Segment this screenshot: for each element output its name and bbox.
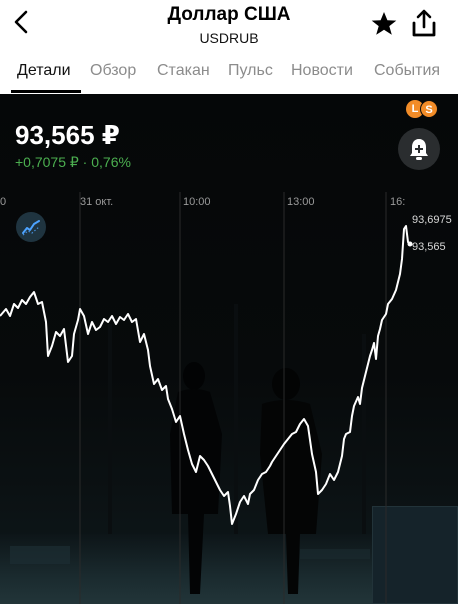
tab-order-book[interactable]: Стакан — [157, 62, 210, 80]
tab-details[interactable]: Детали — [17, 62, 71, 80]
top-bar: Доллар США USDRUB — [0, 0, 458, 52]
tab-events[interactable]: События — [374, 62, 440, 80]
chart-panel: 93,565 ₽ +0,7075 ₽ · 0,76% L S 0 31 окт.… — [0, 94, 458, 604]
star-icon[interactable] — [370, 10, 398, 38]
price-line — [0, 225, 411, 525]
tab-pulse[interactable]: Пульс — [228, 62, 273, 80]
price-line-chart — [0, 225, 413, 525]
share-icon[interactable] — [410, 8, 438, 38]
tab-bar: Детали Обзор Стакан Пульс Новости Событи… — [0, 52, 458, 94]
tab-news[interactable]: Новости — [291, 62, 353, 80]
active-tab-indicator — [11, 90, 81, 93]
last-price-dot — [407, 241, 413, 247]
tab-overview[interactable]: Обзор — [90, 62, 136, 80]
